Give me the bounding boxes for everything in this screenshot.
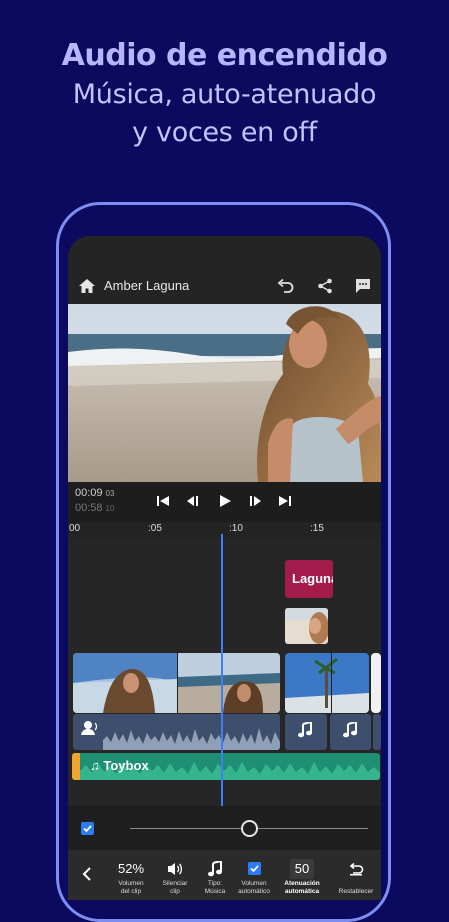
- reset-icon: [331, 858, 381, 880]
- undo-icon[interactable]: [277, 278, 295, 299]
- toolbar-label: Atenuación: [284, 880, 320, 887]
- video-clip[interactable]: [285, 653, 369, 713]
- current-timecode: 00:09 03: [75, 487, 115, 499]
- music-track[interactable]: ♫ Toybox: [72, 753, 380, 780]
- music-note-icon: [297, 720, 313, 743]
- auto-ducking-button[interactable]: 50 Atenuación automática: [277, 850, 327, 896]
- volume-slider-bar: [68, 806, 381, 850]
- video-preview[interactable]: [68, 304, 381, 482]
- skip-back-icon[interactable]: [156, 494, 170, 513]
- auto-volume-checkbox[interactable]: [247, 862, 261, 875]
- clip-volume-button[interactable]: 52% Volumen del clip: [106, 850, 156, 896]
- timeline-tracks[interactable]: Laguna: [68, 538, 381, 806]
- ruler-tick: :05: [148, 523, 162, 534]
- auto-volume-toggle[interactable]: Volumen automático: [229, 850, 279, 896]
- skip-forward-icon[interactable]: [278, 494, 292, 513]
- auto-ducking-value-wrap: 50: [277, 858, 327, 880]
- toolbar-label: automática: [284, 888, 320, 895]
- music-note-icon: [342, 720, 358, 743]
- app-top-bar: Amber Laguna: [68, 236, 381, 304]
- clip-volume-value: 52%: [117, 861, 145, 876]
- auto-volume-checkbox-wrap: [229, 858, 279, 880]
- promo-title: Audio de encendido: [61, 38, 388, 73]
- auto-ducking-value: 50: [289, 859, 315, 879]
- ruler-tick: :15: [310, 523, 324, 534]
- reset-button[interactable]: Restablecer: [331, 850, 381, 896]
- music-audio-clip[interactable]: [373, 714, 381, 750]
- promo-subtitle-line2: y voces en off: [132, 117, 317, 148]
- back-chevron-icon[interactable]: [82, 867, 92, 886]
- step-forward-icon[interactable]: [248, 494, 262, 513]
- toolbar-label: del clip: [120, 888, 142, 895]
- transport-bar: 00:09 03 00:58 10: [68, 482, 381, 522]
- toolbar-label: Restablecer: [338, 888, 374, 895]
- total-duration: 00:58 10: [75, 502, 115, 514]
- promo-subtitle-line1: Música, auto-atenuado: [72, 79, 377, 110]
- music-trim-handle[interactable]: [72, 753, 80, 780]
- play-icon[interactable]: [218, 494, 232, 513]
- comment-icon[interactable]: [355, 278, 371, 299]
- overlay-clip[interactable]: [285, 608, 328, 644]
- toolbar-label: Volumen: [241, 880, 267, 887]
- music-track-label: ♫ Toybox: [90, 758, 149, 773]
- project-title: Amber Laguna: [104, 278, 190, 293]
- music-audio-clip[interactable]: [285, 714, 327, 750]
- home-icon[interactable]: [78, 278, 96, 299]
- ruler-tick: 00: [69, 523, 81, 534]
- music-note-icon: ♫: [90, 758, 100, 773]
- music-audio-clip[interactable]: [330, 714, 371, 750]
- app-screen: Amber Laguna 00:09 03 00:58 10 00:05:1…: [68, 236, 381, 900]
- slider-thumb[interactable]: [241, 820, 258, 837]
- toolbar-label: automático: [238, 888, 270, 895]
- playhead[interactable]: [221, 534, 223, 806]
- title-clip[interactable]: Laguna: [285, 560, 333, 598]
- promo-headline: Audio de encendido Música, auto-atenuado…: [0, 36, 449, 152]
- ruler-tick: :10: [229, 523, 243, 534]
- select-checkbox[interactable]: [81, 822, 94, 835]
- timeline-ruler[interactable]: 00 :05 :10 :15: [68, 522, 381, 538]
- voice-audio-clip[interactable]: [73, 714, 280, 750]
- video-clip[interactable]: [73, 653, 280, 713]
- toolbar-label: Volumen: [118, 880, 144, 887]
- video-clip[interactable]: [371, 653, 381, 713]
- step-back-icon[interactable]: [186, 494, 200, 513]
- bottom-toolbar: 52% Volumen del clip Silenciar clip Tipo…: [68, 850, 381, 900]
- share-icon[interactable]: [317, 278, 333, 299]
